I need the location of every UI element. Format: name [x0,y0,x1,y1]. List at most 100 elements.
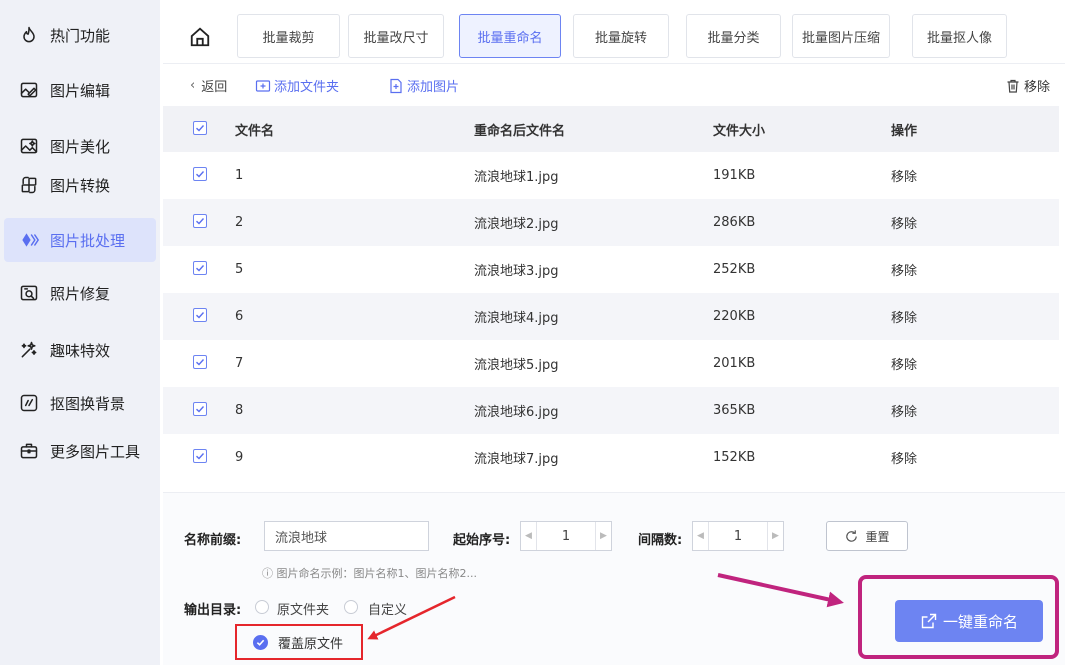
add-folder-button[interactable]: 添加文件夹 [255,76,339,95]
remove-row-link[interactable]: 移除 [891,307,917,326]
remove-row-link[interactable]: 移除 [891,448,917,467]
sidebar-item-label: 照片修复 [50,284,111,303]
file-name: 1 [235,168,244,183]
sidebar-item-toolbox[interactable]: 更多图片工具 [4,429,156,473]
sidebar-item-label: 图片批处理 [50,231,126,250]
tab-6[interactable]: 批量图片压缩 [792,14,890,58]
sidebar-item-convert[interactable]: 图片转换 [4,163,156,207]
increment-icon[interactable]: ▶ [595,522,611,550]
row-checkbox[interactable] [193,214,207,228]
remove-row-link[interactable]: 移除 [891,166,917,185]
table-row[interactable]: 5 流浪地球3.jpg 252KB 移除 [163,246,1059,293]
prefix-value: 流浪地球 [275,530,328,546]
main-panel: 批量裁剪 批量改尺寸 批量重命名 批量旋转 批量分类 批量图片压缩 批量抠人像 ‹ 返回 添… [163,0,1065,665]
tab-5[interactable]: 批量分类 [686,14,781,58]
sidebar: 热门功能图片编辑图片美化 图片转换图片批处理照片修复趣味特效抠图换背景 更多图片工具 [0,0,160,665]
interval-stepper[interactable]: ◀ 1 ▶ [692,521,784,551]
remove-row-link[interactable]: 移除 [891,260,917,279]
check-icon [196,312,205,319]
file-size: 152KB [713,450,756,465]
tab-7[interactable]: 批量抠人像 [912,14,1007,58]
table-body: 1 流浪地球1.jpg 191KB 移除 2 流浪地球2.jpg 286KB 移除 5 流浪地球3… [163,152,1059,481]
convert-icon [18,174,40,196]
reset-label: 重置 [865,529,890,544]
remove-row-link[interactable]: 移除 [891,401,917,420]
tab-4[interactable]: 批量旋转 [573,14,669,58]
radio-selected-icon [253,634,268,650]
tab-label: 批量裁剪 [262,30,315,46]
new-file-name: 流浪地球1.jpg [474,170,559,185]
add-image-button[interactable]: 添加图片 [388,76,459,95]
table-row[interactable]: 2 流浪地球2.jpg 286KB 移除 [163,199,1059,246]
row-checkbox[interactable] [193,308,207,322]
table-row[interactable]: 7 流浪地球5.jpg 201KB 移除 [163,340,1059,387]
radio-original-folder[interactable] [255,600,269,614]
tab-1[interactable]: 批量裁剪 [237,14,340,58]
start-index-stepper[interactable]: ◀ 1 ▶ [520,521,612,551]
beautify-icon [18,135,40,157]
check-icon [196,125,205,132]
table-row[interactable]: 1 流浪地球1.jpg 191KB 移除 [163,152,1059,199]
reset-button[interactable]: 重置 [826,521,908,551]
row-checkbox[interactable] [193,402,207,416]
file-table: 文件名 重命名后文件名 文件大小 操作 1 流浪地球1.jpg 191KB 移除 2 流浪… [163,106,1059,481]
remove-row-link[interactable]: 移除 [891,354,917,373]
increment-icon[interactable]: ▶ [767,522,783,550]
rename-all-button[interactable]: 一键重命名 [895,600,1043,642]
row-checkbox[interactable] [193,449,207,463]
row-checkbox[interactable] [193,261,207,275]
remove-all-label: 移除 [1024,80,1051,95]
tab-3[interactable]: 批量重命名 [459,14,561,58]
start-index-value: 1 [561,528,571,544]
export-icon [921,613,937,629]
table-row[interactable]: 9 流浪地球7.jpg 152KB 移除 [163,434,1059,481]
table-row[interactable]: 8 流浪地球6.jpg 365KB 移除 [163,387,1059,434]
home-icon[interactable] [189,26,211,48]
edit-image-icon [18,79,40,101]
sidebar-item-repair[interactable]: 照片修复 [4,271,156,315]
check-icon [196,453,205,460]
sidebar-item-label: 趣味特效 [50,341,111,360]
add-folder-label: 添加文件夹 [274,80,340,95]
start-index-label: 起始序号: [453,533,511,548]
radio-custom[interactable] [344,600,358,614]
new-file-name: 流浪地球2.jpg [474,217,559,232]
select-all-checkbox[interactable] [193,121,207,135]
file-size: 201KB [713,356,756,371]
tab-bar: 批量裁剪 批量改尺寸 批量重命名 批量旋转 批量分类 批量图片压缩 批量抠人像 [163,0,1065,64]
toolbox-icon [18,440,40,462]
remove-all-button[interactable]: 移除 [1005,76,1050,95]
back-button[interactable]: ‹ 返回 [190,76,227,95]
table-row[interactable]: 6 流浪地球4.jpg 220KB 移除 [163,293,1059,340]
file-size: 252KB [713,262,756,277]
file-name: 5 [235,262,244,277]
tab-2[interactable]: 批量改尺寸 [348,14,444,58]
new-file-name: 流浪地球3.jpg [474,264,559,279]
add-image-icon [390,78,402,93]
sidebar-item-batch[interactable]: 图片批处理 [4,218,156,262]
remove-row-link[interactable]: 移除 [891,213,917,232]
tab-label: 批量分类 [707,30,760,46]
file-name: 6 [235,309,244,324]
trash-icon [1007,79,1019,93]
sidebar-item-cutout[interactable]: 抠图换背景 [4,381,156,425]
sidebar-item-edit-image[interactable]: 图片编辑 [4,68,156,112]
row-checkbox[interactable] [193,355,207,369]
prefix-input[interactable]: 流浪地球 [264,521,429,551]
prefix-label: 名称前缀: [184,533,242,548]
overwrite-option[interactable]: 覆盖原文件 [235,624,363,660]
repair-icon [18,282,40,304]
sidebar-item-hot[interactable]: 热门功能 [4,13,156,57]
decrement-icon[interactable]: ◀ [693,522,709,550]
decrement-icon[interactable]: ◀ [521,522,537,550]
file-name: 8 [235,403,244,418]
header-new-name: 重命名后文件名 [474,123,566,139]
file-size: 220KB [713,309,756,324]
new-file-name: 流浪地球5.jpg [474,358,559,373]
row-checkbox[interactable] [193,167,207,181]
app-window: 热门功能图片编辑图片美化 图片转换图片批处理照片修复趣味特效抠图换背景 更多图片工具… [0,0,1065,665]
sidebar-item-effects[interactable]: 趣味特效 [4,328,156,372]
sidebar-item-beautify[interactable]: 图片美化 [4,124,156,168]
file-size: 191KB [713,168,756,183]
header-file-size: 文件大小 [713,123,766,139]
